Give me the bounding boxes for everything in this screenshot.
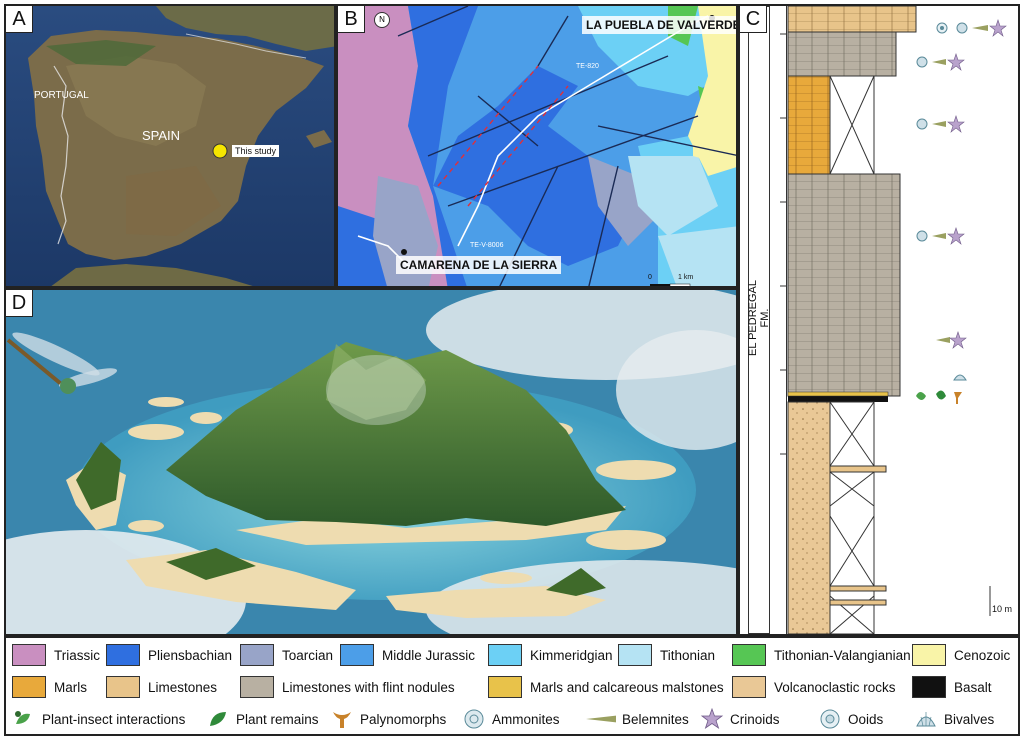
legend-item-tithonian-valangianian: Tithonian-Valangianian — [732, 644, 911, 666]
crinoid-icon — [700, 708, 724, 730]
plant-insect-icon — [15, 711, 30, 724]
panel-label-b: B — [338, 6, 365, 33]
legend-item-toarcian: Toarcian — [240, 644, 333, 666]
legend-item-ammonites: Ammonites — [462, 708, 560, 730]
swatch-marls-calcareous — [488, 676, 522, 698]
legend-item-kimmeridgian: Kimmeridgian — [488, 644, 613, 666]
label-camarena: CAMARENA DE LA SIERRA — [396, 256, 562, 274]
swatch-toarcian — [240, 644, 274, 666]
legend-item-cenozoic: Cenozoic — [912, 644, 1010, 666]
panel-b-geological-map: B N LA PUEBLA DE VALVERDE CAMARENA DE LA… — [336, 4, 738, 288]
legend-item-volcanoclastic: Volcanoclastic rocks — [732, 676, 896, 698]
legend-item-bivalves: Bivalves — [914, 708, 994, 730]
label-la-puebla: LA PUEBLA DE VALVERDE — [582, 16, 736, 34]
bivalve-icon — [916, 712, 936, 727]
island-illustration — [6, 290, 736, 634]
legend-item-plant-remains: Plant remains — [206, 708, 319, 730]
swatch-marls — [12, 676, 46, 698]
legend-item-ooids: Ooids — [818, 708, 883, 730]
legend-item-marls: Marls — [12, 676, 87, 698]
swatch-tithonian-valangianian — [732, 644, 766, 666]
swatch-middle-jurassic — [340, 644, 374, 666]
legend-item-plant-insect: Plant-insect interactions — [12, 708, 185, 730]
leaf-icon — [210, 712, 226, 726]
panel-a-map: A PORTUGAL SPAIN This study — [4, 4, 336, 288]
swatch-pliensbachian — [106, 644, 140, 666]
palynomorph-icon — [333, 712, 351, 728]
label-portugal: PORTUGAL — [34, 90, 89, 101]
panel-label-a: A — [6, 6, 33, 33]
column-scale-label: 10 m — [992, 604, 1013, 614]
ammonite-icon — [464, 709, 484, 729]
swatch-kimmeridgian — [488, 644, 522, 666]
panel-c-stratigraphic-column: C EL PEDREGAL FM. 10 m — [738, 4, 1020, 636]
iberia-satellite-map — [6, 6, 334, 286]
legend-item-middle-jurassic: Middle Jurassic — [340, 644, 475, 666]
road-label-te820: TE-820 — [576, 63, 599, 70]
legend-item-limestones: Limestones — [106, 676, 217, 698]
swatch-limestones-flint — [240, 676, 274, 698]
swatch-tithonian — [618, 644, 652, 666]
legend-item-basalt: Basalt — [912, 676, 992, 698]
swatch-volcanoclastic — [732, 676, 766, 698]
legend-item-marls-calcareous: Marls and calcareous malstones — [488, 676, 724, 698]
legend-item-triassic: Triassic — [12, 644, 100, 666]
swatch-basalt — [912, 676, 946, 698]
legend-item-palynomorphs: Palynomorphs — [330, 708, 446, 730]
swatch-triassic — [12, 644, 46, 666]
label-spain: SPAIN — [142, 128, 181, 143]
legend-item-belemnites: Belemnites — [576, 708, 689, 730]
panel-label-c: C — [740, 6, 767, 33]
scale-label-1km: 1 km — [678, 274, 694, 281]
study-site-marker — [212, 143, 228, 159]
panel-d-reconstruction: D — [4, 288, 738, 636]
legend-item-crinoids: Crinoids — [700, 708, 780, 730]
legend-item-limestones-flint: Limestones with flint nodules — [240, 676, 455, 698]
belemnite-icon — [586, 715, 616, 723]
label-this-study: This study — [232, 145, 280, 157]
scale-label-0: 0 — [648, 274, 652, 281]
panel-label-d: D — [6, 290, 33, 317]
fossil-markers — [916, 19, 1007, 404]
road-label-tev8006: TE-V-8006 — [470, 242, 504, 249]
town-marker-camarena — [401, 249, 407, 255]
legend: Triassic Pliensbachian Toarcian Middle J… — [4, 636, 1020, 736]
legend-item-pliensbachian: Pliensbachian — [106, 644, 232, 666]
geological-map — [338, 6, 736, 286]
legend-item-tithonian: Tithonian — [618, 644, 715, 666]
swatch-cenozoic — [912, 644, 946, 666]
ooid-icon — [820, 709, 840, 729]
swatch-limestones — [106, 676, 140, 698]
column-svg — [780, 6, 1007, 634]
north-arrow: N — [374, 12, 390, 28]
